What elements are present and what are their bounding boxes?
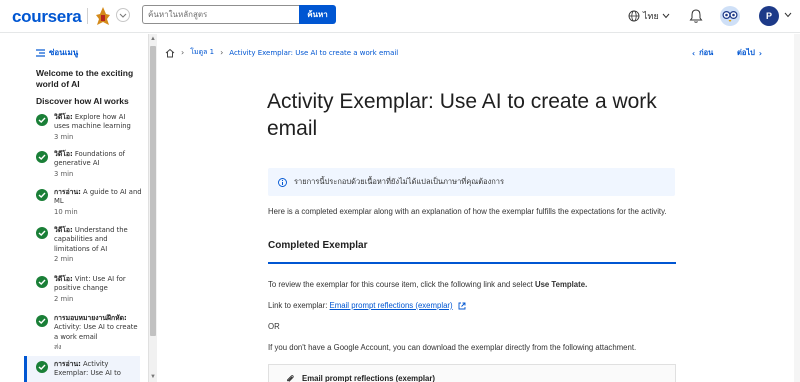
item-type: วิดีโอ: [54, 113, 73, 121]
logo-divider [87, 8, 88, 24]
chevron-left-icon: ‹ [692, 48, 696, 58]
top-bar: coursera ค้นหา ไทย P [0, 0, 800, 33]
main-scrollbar[interactable] [794, 34, 800, 382]
hide-menu-label: ซ่อนเมนู [49, 48, 79, 57]
sidebar-scroll-thumb[interactable] [150, 46, 156, 336]
translation-notice: รายการนี้ประกอบด้วยเนื้อหาที่ยังไม่ได้แป… [268, 168, 675, 196]
chevron-down-icon[interactable] [784, 12, 792, 18]
language-label: ไทย [643, 12, 659, 22]
attachment-card[interactable]: Email prompt reflections (exemplar) [268, 364, 676, 382]
review-instructions: To review the exemplar for this course i… [268, 280, 587, 289]
coursera-logo[interactable]: coursera [12, 7, 82, 27]
completed-check-icon [36, 276, 48, 288]
course-sidebar: ซ่อนเมนู Welcome to the exciting world o… [0, 34, 157, 382]
paperclip-icon [285, 374, 295, 382]
item-type: การอ่าน: [54, 188, 81, 196]
completed-check-icon [36, 361, 48, 373]
menu-collapse-icon [36, 48, 45, 57]
download-instructions: If you don't have a Google Account, you … [268, 343, 637, 352]
chevron-right-icon: › [758, 48, 763, 58]
item-duration: 2 min [54, 294, 74, 303]
sidebar-scrollbar[interactable]: ▲ ▼ [148, 34, 157, 382]
chevron-right-icon: › [220, 48, 224, 57]
page-title: Activity Exemplar: Use AI to create a wo… [267, 90, 657, 140]
item-type: วิดีโอ: [54, 150, 73, 158]
previous-label: ก่อน [699, 48, 714, 57]
use-template-text: Use Template. [534, 280, 588, 289]
notice-text: รายการนี้ประกอบด้วยเนื้อหาที่ยังไม่ได้แป… [294, 177, 505, 186]
scroll-down-arrow-icon[interactable]: ▼ [150, 374, 156, 380]
partner-dropdown-button[interactable] [116, 8, 130, 22]
item-type: วิดีโอ: [54, 226, 73, 234]
item-title: Activity: Use AI to create a work email [54, 323, 138, 341]
item-type: การอ่าน: [54, 360, 81, 368]
exemplar-link-row: Link to exemplar: Email prompt reflectio… [268, 301, 466, 310]
home-icon[interactable] [165, 48, 175, 58]
coach-owl-icon[interactable] [719, 5, 741, 27]
completed-check-icon [36, 189, 48, 201]
item-duration: 3 min [54, 169, 74, 178]
breadcrumb-module[interactable]: โมดูล 1 [190, 47, 214, 58]
item-duration: ส่ง [54, 342, 62, 351]
previous-button[interactable]: ‹ ก่อน [692, 47, 713, 59]
module-title[interactable]: Welcome to the exciting world of AI [36, 68, 142, 90]
section-heading: Completed Exemplar [268, 240, 368, 251]
breadcrumb: › โมดูล 1 › Activity Exemplar: Use AI to… [165, 47, 398, 58]
chevron-right-icon: › [181, 48, 185, 57]
completed-check-icon [36, 227, 48, 239]
hide-menu-button[interactable]: ซ่อนเมนู [36, 46, 78, 59]
info-icon [278, 177, 287, 187]
external-link-icon[interactable] [458, 302, 466, 310]
intro-text: Here is a completed exemplar along with … [268, 207, 667, 216]
item-duration: 2 min [54, 254, 74, 263]
item-duration: 10 min [54, 207, 78, 216]
next-label: ต่อไป [737, 48, 755, 57]
review-text: To review the exemplar for this course i… [268, 280, 535, 289]
scroll-up-arrow-icon[interactable]: ▲ [150, 36, 156, 42]
notifications-bell-icon[interactable] [689, 8, 703, 24]
search-button[interactable]: ค้นหา [299, 5, 336, 24]
language-selector[interactable]: ไทย [628, 8, 670, 24]
link-label: Link to exemplar: [268, 301, 330, 310]
or-text: OR [268, 322, 280, 331]
completed-check-icon [36, 151, 48, 163]
next-button[interactable]: ต่อไป › [737, 47, 762, 59]
partner-logo-icon[interactable] [94, 6, 112, 26]
search-bar: ค้นหา [142, 5, 336, 24]
globe-icon [628, 10, 640, 22]
section-divider [268, 262, 676, 264]
item-type: การมอบหมายงานฝึกหัด: [54, 314, 127, 322]
item-duration: 3 min [54, 132, 74, 141]
breadcrumb-current[interactable]: Activity Exemplar: Use AI to create a wo… [229, 49, 398, 57]
attachment-name: Email prompt reflections (exemplar) [302, 374, 436, 382]
exemplar-link[interactable]: Email prompt reflections (exemplar) [330, 301, 453, 310]
avatar[interactable]: P [759, 6, 779, 26]
completed-check-icon [36, 315, 48, 327]
search-input[interactable] [142, 5, 299, 24]
chevron-down-icon [662, 13, 670, 19]
section-title: Discover how AI works [36, 96, 129, 106]
item-type: วิดีโอ: [54, 275, 73, 283]
completed-check-icon [36, 114, 48, 126]
